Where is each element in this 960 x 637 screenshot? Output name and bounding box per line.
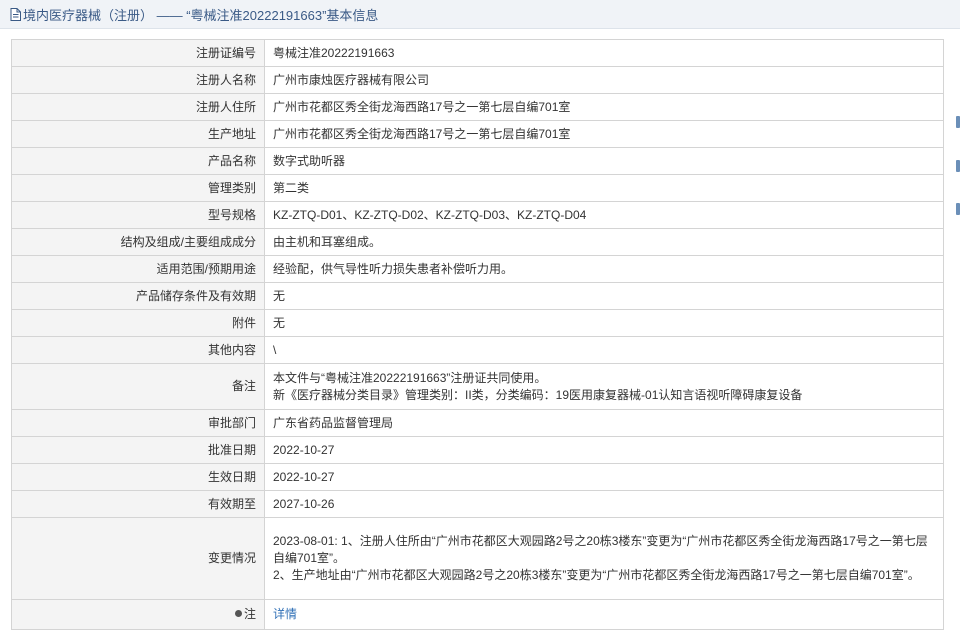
side-tab-indicator[interactable] xyxy=(956,116,960,128)
field-label: 审批部门 xyxy=(11,409,265,437)
field-label: 附件 xyxy=(11,309,265,337)
row-effective-date: 生效日期 2022-10-27 xyxy=(11,463,944,491)
field-value: 广东省药品监督管理局 xyxy=(264,409,944,437)
field-value: 无 xyxy=(264,309,944,337)
field-value: 2023-08-01: 1、注册人住所由“广州市花都区大观园路2号之20栋3楼东… xyxy=(264,517,944,600)
page-title: 境内医疗器械（注册） —— “粤械注准20222191663”基本信息 xyxy=(23,7,379,23)
row-remarks: 备注 本文件与“粤械注准20222191663”注册证共同使用。 新《医疗器械分… xyxy=(11,363,944,410)
field-value: 2022-10-27 xyxy=(264,436,944,464)
row-management-class: 管理类别 第二类 xyxy=(11,174,944,202)
side-tab-indicator[interactable] xyxy=(956,160,960,172)
field-value: 经验配，供气导性听力损失患者补偿听力用。 xyxy=(264,255,944,283)
row-intended-use: 适用范围/预期用途 经验配，供气导性听力损失患者补偿听力用。 xyxy=(11,255,944,283)
change-entry: 2023-08-01: 1、注册人住所由“广州市花都区大观园路2号之20栋3楼东… xyxy=(273,534,928,565)
field-label: 备注 xyxy=(11,363,265,410)
field-value: 数字式助听器 xyxy=(264,147,944,175)
row-note: 注 详情 xyxy=(11,599,944,630)
field-label: 注 xyxy=(11,599,265,630)
row-product-name: 产品名称 数字式助听器 xyxy=(11,147,944,175)
field-value: KZ-ZTQ-D01、KZ-ZTQ-D02、KZ-ZTQ-D03、KZ-ZTQ-… xyxy=(264,201,944,229)
note-label: 注 xyxy=(243,607,256,621)
row-attachment: 附件 无 xyxy=(11,309,944,337)
row-approval-date: 批准日期 2022-10-27 xyxy=(11,436,944,464)
field-label: 生产地址 xyxy=(11,120,265,148)
row-registration-number: 注册证编号 粤械注准20222191663 xyxy=(11,39,944,67)
side-tab-indicator[interactable] xyxy=(956,203,960,215)
field-label: 注册证编号 xyxy=(11,39,265,67)
row-changes: 变更情况 2023-08-01: 1、注册人住所由“广州市花都区大观园路2号之2… xyxy=(11,517,944,600)
field-value: 2022-10-27 xyxy=(264,463,944,491)
change-entry: 2、生产地址由“广州市花都区大观园路2号之20栋3楼东”变更为“广州市花都区秀全… xyxy=(273,568,920,582)
field-label: 批准日期 xyxy=(11,436,265,464)
title-bar: 境内医疗器械（注册） —— “粤械注准20222191663”基本信息 xyxy=(0,0,960,29)
field-value: 本文件与“粤械注准20222191663”注册证共同使用。 新《医疗器械分类目录… xyxy=(264,363,944,410)
remarks-line: 本文件与“粤械注准20222191663”注册证共同使用。 xyxy=(273,370,547,385)
row-structure: 结构及组成/主要组成成分 由主机和耳塞组成。 xyxy=(11,228,944,256)
row-registrant-address: 注册人住所 广州市花都区秀全街龙海西路17号之一第七层自编701室 xyxy=(11,93,944,121)
field-value: 广州市花都区秀全街龙海西路17号之一第七层自编701室 xyxy=(264,93,944,121)
row-other-content: 其他内容 \ xyxy=(11,336,944,364)
row-approval-dept: 审批部门 广东省药品监督管理局 xyxy=(11,409,944,437)
row-expiry-date: 有效期至 2027-10-26 xyxy=(11,490,944,518)
field-label: 生效日期 xyxy=(11,463,265,491)
field-value: 广州市康烛医疗器械有限公司 xyxy=(264,66,944,94)
field-value: 第二类 xyxy=(264,174,944,202)
field-label: 适用范围/预期用途 xyxy=(11,255,265,283)
field-value: 粤械注准20222191663 xyxy=(264,39,944,67)
field-value: 详情 xyxy=(264,599,944,630)
row-model-spec: 型号规格 KZ-ZTQ-D01、KZ-ZTQ-D02、KZ-ZTQ-D03、KZ… xyxy=(11,201,944,229)
pin-icon xyxy=(234,610,242,617)
field-label: 其他内容 xyxy=(11,336,265,364)
row-production-address: 生产地址 广州市花都区秀全街龙海西路17号之一第七层自编701室 xyxy=(11,120,944,148)
field-value: 无 xyxy=(264,282,944,310)
field-label: 注册人住所 xyxy=(11,93,265,121)
field-label: 管理类别 xyxy=(11,174,265,202)
row-storage: 产品储存条件及有效期 无 xyxy=(11,282,944,310)
field-value: 由主机和耳塞组成。 xyxy=(264,228,944,256)
remarks-line: 新《医疗器械分类目录》管理类别：II类，分类编码：19医用康复器械-01认知言语… xyxy=(273,387,803,402)
row-registrant-name: 注册人名称 广州市康烛医疗器械有限公司 xyxy=(11,66,944,94)
device-info-table: 注册证编号 粤械注准20222191663 注册人名称 广州市康烛医疗器械有限公… xyxy=(11,39,944,630)
field-value: 2027-10-26 xyxy=(264,490,944,518)
side-toolbar-edge xyxy=(956,100,960,260)
field-label: 变更情况 xyxy=(11,517,265,600)
field-value: \ xyxy=(264,336,944,364)
field-value: 广州市花都区秀全街龙海西路17号之一第七层自编701室 xyxy=(264,120,944,148)
details-link[interactable]: 详情 xyxy=(273,607,297,621)
field-label: 有效期至 xyxy=(11,490,265,518)
field-label: 型号规格 xyxy=(11,201,265,229)
field-label: 结构及组成/主要组成成分 xyxy=(11,228,265,256)
document-icon xyxy=(10,7,21,21)
field-label: 产品储存条件及有效期 xyxy=(11,282,265,310)
field-label: 注册人名称 xyxy=(11,66,265,94)
field-label: 产品名称 xyxy=(11,147,265,175)
